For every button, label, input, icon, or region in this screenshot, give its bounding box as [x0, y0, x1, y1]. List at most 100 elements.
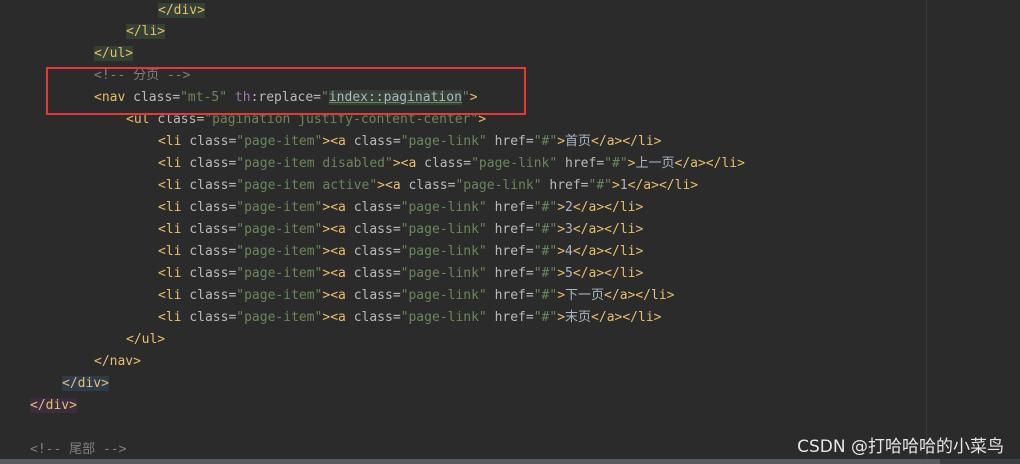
code-line-7[interactable]: <li class="page-item"><a class="page-lin…	[158, 131, 662, 153]
code-token: >	[557, 200, 566, 215]
code-line-21[interactable]: <!-- 尾部 -->	[30, 439, 126, 461]
code-line-14[interactable]: <li class="page-item"><a class="page-lin…	[158, 285, 675, 307]
code-token: <li	[158, 244, 190, 259]
code-token: <li	[158, 134, 190, 149]
code-text: 2	[565, 200, 573, 215]
code-token: href=	[486, 244, 534, 259]
code-token: class=	[189, 222, 237, 237]
code-text: 5	[565, 266, 573, 281]
code-token: </div>	[62, 376, 109, 391]
code-token: "page-link"	[400, 222, 487, 237]
code-token: ><a	[322, 266, 354, 281]
code-token: <li	[158, 156, 190, 171]
code-line-10[interactable]: <li class="page-item"><a class="page-lin…	[158, 197, 643, 219]
code-text: 3	[565, 222, 573, 237]
code-token: "page-item"	[236, 266, 323, 281]
code-token: class=	[189, 134, 237, 149]
code-token: ><a	[322, 310, 354, 325]
code-token: ><a	[322, 200, 354, 215]
code-token: class=	[189, 244, 237, 259]
code-token: >	[557, 266, 566, 281]
code-token: "page-item active"	[236, 178, 378, 193]
code-token: </div>	[158, 3, 205, 18]
code-token: class=	[353, 288, 401, 303]
code-text: 首页	[565, 134, 592, 149]
code-token: >	[557, 222, 566, 237]
code-token: "#"	[588, 178, 612, 193]
code-token: href=	[486, 288, 534, 303]
code-token: "#"	[533, 134, 558, 149]
code-token: <li	[158, 310, 190, 325]
code-token: <li	[158, 266, 190, 281]
code-token: "page-link"	[400, 134, 487, 149]
code-editor[interactable]: </div> </li> </ul> <!-- 分页 --> <nav clas…	[0, 0, 1020, 464]
code-token: class=	[353, 266, 401, 281]
code-text: 末页	[565, 310, 592, 325]
code-text: 下一页	[565, 288, 605, 303]
code-token: </a></li>	[572, 222, 644, 237]
code-token: class=	[353, 244, 401, 259]
code-token: "#"	[533, 266, 558, 281]
code-line-13[interactable]: <li class="page-item"><a class="page-lin…	[158, 263, 643, 285]
code-token: class=	[189, 178, 237, 193]
code-line-16[interactable]: </ul>	[126, 329, 165, 351]
code-line-15[interactable]: <li class="page-item"><a class="page-lin…	[158, 307, 662, 329]
code-token: class=	[189, 156, 237, 171]
code-token: >	[557, 244, 566, 259]
code-token: "page-item"	[236, 222, 323, 237]
highlight-annotation-box	[46, 67, 526, 115]
code-token: </nav>	[94, 354, 141, 369]
code-text: 4	[565, 244, 573, 259]
code-line-3[interactable]: </ul>	[94, 43, 134, 65]
code-token: "#"	[604, 156, 628, 171]
code-token: "page-link"	[400, 310, 487, 325]
code-token: class=	[189, 310, 237, 325]
code-token: class=	[353, 222, 401, 237]
code-line-17[interactable]: </nav>	[94, 351, 141, 373]
code-token: href=	[557, 156, 605, 171]
code-token: </a></li>	[572, 244, 644, 259]
code-token: </a></li>	[572, 200, 644, 215]
code-token: ><a	[322, 134, 354, 149]
code-line-18[interactable]: </div>	[62, 373, 109, 395]
code-token: "#"	[533, 310, 558, 325]
code-token: href=	[486, 200, 534, 215]
code-token: "page-item"	[236, 200, 323, 215]
code-token: "page-link"	[455, 178, 542, 193]
code-token: href=	[486, 134, 534, 149]
scrollbar-thumb[interactable]	[0, 459, 940, 464]
code-token: "page-link"	[400, 266, 487, 281]
code-token: href=	[541, 178, 589, 193]
code-token: "page-item"	[236, 134, 323, 149]
code-token: "#"	[533, 288, 558, 303]
code-line-19[interactable]: </div>	[30, 395, 77, 417]
code-line-12[interactable]: <li class="page-item"><a class="page-lin…	[158, 241, 643, 263]
right-margin-guide	[926, 0, 927, 464]
code-line-1[interactable]: </div>	[158, 0, 205, 22]
code-token: class=	[353, 134, 401, 149]
code-token: </a></li>	[627, 178, 699, 193]
code-token: <li	[158, 222, 190, 237]
code-token: class=	[424, 156, 472, 171]
code-token: <li	[158, 178, 190, 193]
code-token: ><a	[322, 244, 354, 259]
code-token: "page-item disabled"	[236, 156, 393, 171]
code-line-8[interactable]: <li class="page-item disabled"><a class=…	[158, 153, 745, 175]
code-token: class=	[189, 266, 237, 281]
code-token: "page-link"	[400, 244, 487, 259]
code-line-2[interactable]: </li>	[126, 21, 166, 43]
code-token: "#"	[533, 244, 558, 259]
code-line-9[interactable]: <li class="page-item active"><a class="p…	[158, 175, 698, 197]
code-line-11[interactable]: <li class="page-item"><a class="page-lin…	[158, 219, 643, 241]
code-token: </div>	[30, 398, 77, 413]
code-token: class=	[353, 200, 401, 215]
code-token: "page-link"	[400, 200, 487, 215]
code-token: </a></li>	[591, 310, 662, 325]
code-token: </a></li>	[591, 134, 662, 149]
code-token: "#"	[533, 200, 558, 215]
horizontal-scrollbar[interactable]	[0, 459, 1020, 464]
code-text: 上一页	[635, 156, 675, 171]
code-token: "page-link"	[400, 288, 487, 303]
code-token: href=	[486, 222, 534, 237]
code-token: </a></li>	[572, 266, 644, 281]
